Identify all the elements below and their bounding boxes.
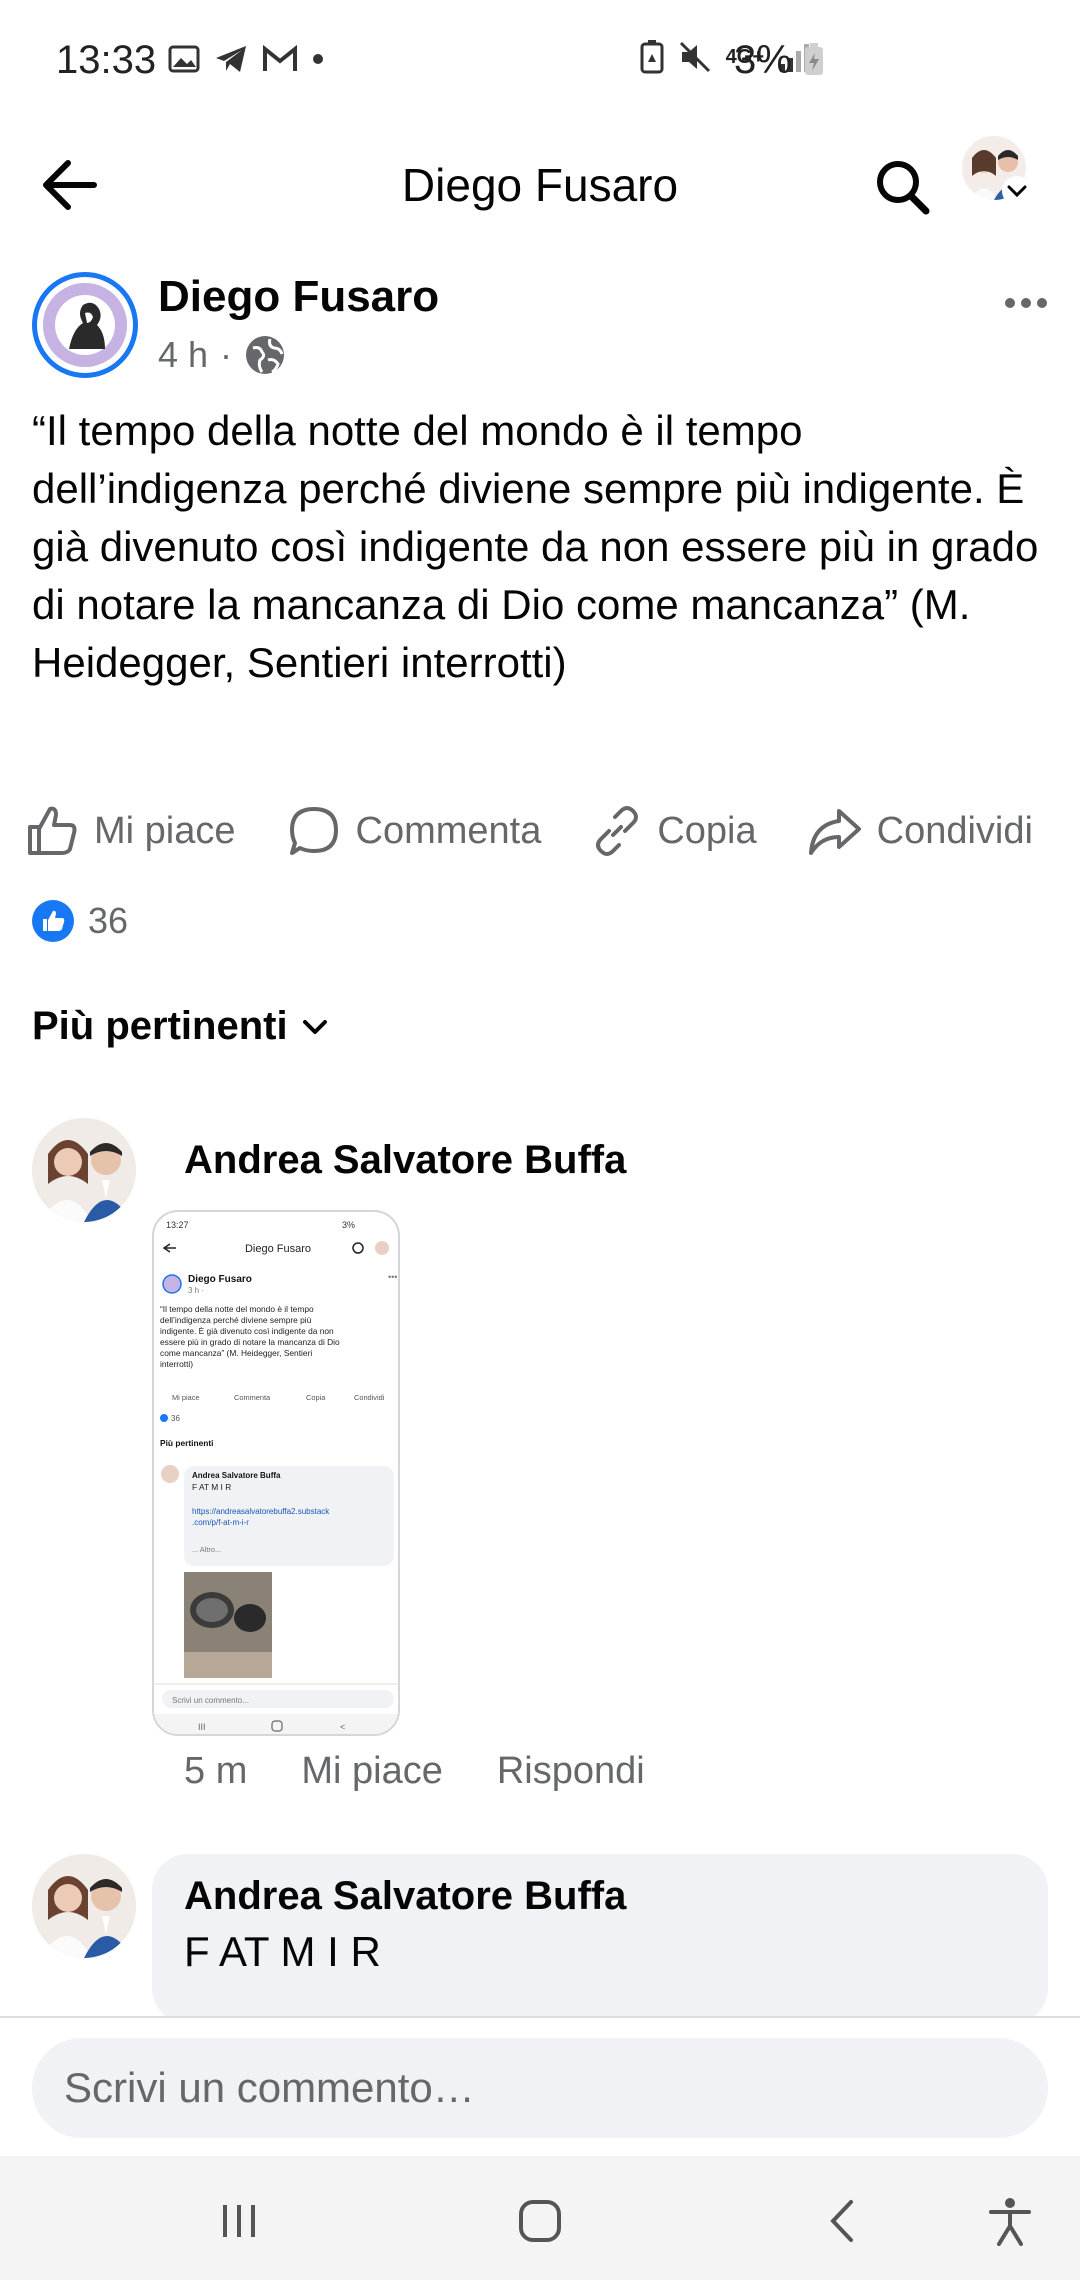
battery-saver-icon [640,40,664,74]
comment-meta: 5 m Mi piace Rispondi [184,1750,645,1793]
comment-reply-button[interactable]: Rispondi [497,1750,645,1793]
thumb-line: indigente. È già divenuto così indigente… [160,1326,334,1336]
accessibility-icon [989,2198,1031,2246]
svg-text:<: < [340,1722,345,1732]
home-icon [519,2200,561,2242]
thumb-battery: 3% [342,1220,355,1230]
thumb-input: Scrivi un commento... [172,1696,249,1705]
status-bar: 13:33 4G+ 3% [0,0,1080,120]
sort-label: Più pertinenti [32,1004,288,1048]
thumb-link: https://andreasalvatorebuffa2.substack [192,1507,330,1516]
globe-icon [246,336,285,374]
thumb-title: Diego Fusaro [245,1243,311,1255]
like-reaction-icon [32,900,74,942]
search-icon [877,161,930,215]
like-label: Mi piace [94,809,236,852]
svg-text:•••: ••• [388,1272,397,1282]
gallery-icon [168,45,200,73]
link-icon [596,806,639,856]
comment-input[interactable] [32,2038,1048,2138]
share-label: Condividi [876,809,1033,852]
comment-like-button[interactable]: Mi piace [301,1750,443,1793]
thumb-comment-text: F AT M I R [192,1482,231,1492]
system-navigation-bar [0,2156,1080,2280]
thumb-line: interrotti) [160,1359,193,1369]
thumb-action: Mi piace [172,1393,200,1402]
svg-text:III: III [198,1722,206,1732]
accessibility-button[interactable] [975,2186,1045,2256]
more-horizontal-icon [1005,298,1047,308]
top-app-bar: Diego Fusaro [0,120,1080,250]
screenshot-thumbnail: 13:27 3% Diego Fusaro Diego Fusaro 3 h ·… [154,1220,398,1734]
comment-bubble-icon [289,807,338,855]
post-options-button[interactable] [1004,278,1048,320]
thumb-count: 36 [171,1414,180,1423]
profile-menu-chevron[interactable] [1002,176,1032,206]
avatar [32,1854,136,1958]
thumb-action: Condividi [354,1393,385,1402]
thumb-author: Diego Fusaro [188,1274,252,1285]
post-time[interactable]: 4 h [158,334,208,376]
back-nav-button[interactable] [808,2186,878,2256]
thumb-action: Commenta [234,1393,271,1402]
like-button[interactable]: Mi piace [24,803,236,859]
commenter-avatar[interactable] [32,1118,136,1222]
telegram-icon [216,46,246,72]
thumb-line: come mancanza” (M. Heidegger, Sentieri [160,1348,312,1358]
post-meta: 4 h · [158,334,286,376]
post-body-text: “Il tempo della notte del mondo è il tem… [32,407,1039,686]
chevron-down-icon [1007,185,1027,198]
gmail-icon [263,45,297,71]
share-button[interactable]: Condividi [807,805,1033,857]
status-time: 13:33 [56,38,157,82]
thumbs-up-icon [28,806,77,855]
battery-text: 3% [734,38,792,82]
comment-composer [0,2016,1080,2156]
search-button[interactable] [868,140,938,230]
reactions-summary[interactable]: 36 [32,900,128,942]
thumb-sort: Più pertinenti [160,1438,214,1448]
thumb-link: .com/p/f-at-m-i-r [192,1518,249,1527]
commenter-avatar[interactable] [32,1854,136,1958]
copy-link-button[interactable]: Copia [591,805,757,857]
comment-sort-dropdown[interactable]: Più pertinenti [32,1004,330,1049]
avatar [32,1118,136,1222]
thumb-line: essere più in grado di notare la mancanz… [160,1337,340,1347]
comment-label: Commenta [355,809,542,852]
share-arrow-icon [808,809,861,855]
notification-icons [168,44,324,74]
portrait-illustration-icon [43,283,127,367]
thumb-line: dell’indigenza perché diviene sempre più [160,1315,312,1325]
mute-icon [679,41,710,73]
battery-icon [804,43,823,75]
thumb-action: Copia [306,1393,326,1402]
thumb-meta: 3 h · [188,1286,204,1295]
comment-image-attachment[interactable]: 13:27 3% Diego Fusaro Diego Fusaro 3 h ·… [152,1210,400,1736]
thumb-comment-author: Andrea Salvatore Buffa [192,1471,281,1480]
comment-time: 5 m [184,1750,248,1792]
comment-button[interactable]: Commenta [286,803,542,859]
copy-label: Copia [657,809,757,852]
commenter-name[interactable]: Andrea Salvatore Buffa [184,1138,626,1183]
battery-percent: 3% [734,38,825,83]
post-actions: Mi piace Commenta Copia Condividi [24,796,1064,866]
thumbs-up-filled-icon [43,910,65,931]
post-author-avatar[interactable] [32,272,138,378]
home-button[interactable] [505,2186,575,2256]
recent-apps-icon [223,2205,255,2237]
comment-text: F AT M I R [184,1928,381,1975]
back-chevron-icon [830,2200,853,2242]
thumb-line: “Il tempo della notte del mondo è il tem… [160,1304,314,1314]
recent-apps-button[interactable] [204,2186,274,2256]
thumb-more: ... Altro... [192,1545,221,1554]
post-author-name[interactable]: Diego Fusaro [158,272,439,322]
commenter-name[interactable]: Andrea Salvatore Buffa [184,1874,626,1919]
thumb-time: 13:27 [166,1220,189,1230]
avatar [43,283,127,367]
chevron-down-icon [302,1019,327,1034]
meta-separator: · [220,334,233,375]
dot-icon [313,54,323,64]
reactions-count: 36 [88,900,129,941]
